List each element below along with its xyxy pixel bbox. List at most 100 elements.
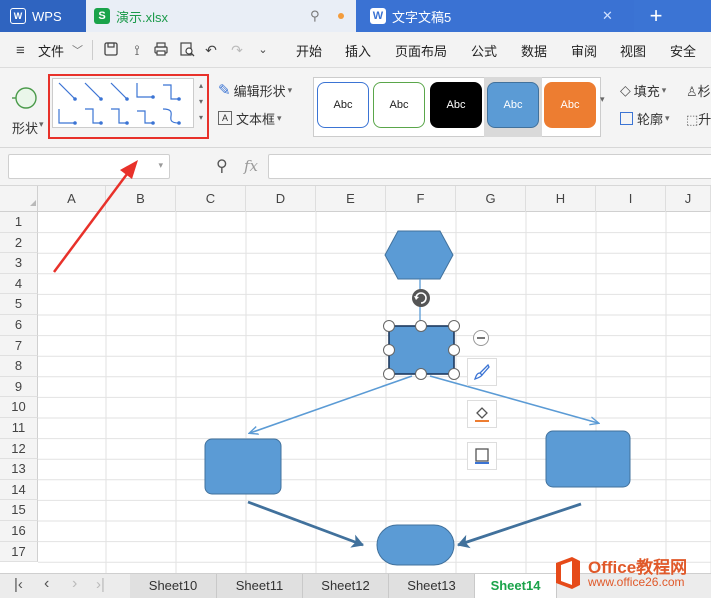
- pin-icon[interactable]: ⚲: [310, 8, 320, 24]
- column-header-i[interactable]: I: [596, 186, 666, 212]
- style-preview-blue-outline[interactable]: Abc: [317, 82, 369, 128]
- format-button-partial[interactable]: ♙杉: [686, 81, 711, 100]
- redo-icon[interactable]: ↷: [228, 41, 246, 59]
- formula-input[interactable]: [268, 154, 711, 179]
- writer-icon: W: [370, 8, 386, 24]
- row-header-8[interactable]: 8: [0, 356, 38, 377]
- format-painter-icon[interactable]: ⟟: [128, 41, 146, 59]
- ribbon-toolbar: 形状 ▾ ▴ ▾ ▾ ✎ 编辑形状 ▾ A 文本框 ▾ Abc Abc Abc Ab…: [0, 68, 711, 148]
- menu-view[interactable]: 视图: [620, 41, 646, 60]
- float-fill-button[interactable]: [467, 400, 497, 428]
- watermark-url: www.office26.com: [588, 575, 685, 589]
- column-header-e[interactable]: E: [316, 186, 386, 212]
- row-header-17[interactable]: 17: [0, 541, 38, 563]
- tab-wps-home[interactable]: W WPS: [0, 0, 86, 32]
- menu-home[interactable]: 开始: [296, 41, 322, 60]
- shape-button[interactable]: 形状 ▾: [8, 76, 52, 138]
- new-tab-button[interactable]: +: [634, 0, 678, 32]
- sheet-tab[interactable]: Sheet10: [130, 574, 217, 598]
- column-header-c[interactable]: C: [176, 186, 246, 212]
- column-header-a[interactable]: A: [38, 186, 106, 212]
- brush-icon: [473, 363, 490, 381]
- highlight-box: [48, 74, 209, 139]
- sheet-tab[interactable]: Sheet11: [217, 574, 303, 598]
- undo-icon[interactable]: ↶: [202, 41, 220, 59]
- zoom-search-icon[interactable]: ⚲: [216, 156, 228, 176]
- print-icon[interactable]: [152, 41, 170, 59]
- name-box[interactable]: ▾: [8, 154, 170, 179]
- sheet-tab[interactable]: Sheet12: [303, 574, 389, 598]
- chevron-down-icon[interactable]: ﹀: [72, 42, 83, 58]
- select-all-corner[interactable]: [0, 186, 38, 212]
- row-header-11[interactable]: 11: [0, 418, 38, 439]
- row-header-3[interactable]: 3: [0, 253, 38, 274]
- row-header-10[interactable]: 10: [0, 397, 38, 418]
- row-header-15[interactable]: 15: [0, 500, 38, 521]
- prev-sheet-icon[interactable]: ‹: [44, 575, 49, 593]
- print-preview-icon[interactable]: [178, 41, 196, 59]
- row-header-7[interactable]: 7: [0, 335, 38, 357]
- file-menu[interactable]: 文件: [38, 41, 64, 60]
- tab-label: 文字文稿5: [392, 9, 452, 25]
- fill-label: 填充: [633, 84, 660, 99]
- chevron-down-icon: ▾: [39, 119, 44, 129]
- next-sheet-icon[interactable]: ›: [72, 575, 77, 593]
- chevron-down-icon[interactable]: ▾: [158, 160, 163, 171]
- menu-formula[interactable]: 公式: [471, 41, 497, 60]
- chevron-down-icon: ▾: [661, 85, 667, 95]
- column-header-b[interactable]: B: [106, 186, 176, 212]
- menu-data[interactable]: 数据: [521, 41, 547, 60]
- style-preview-green-outline[interactable]: Abc: [373, 82, 425, 128]
- column-header-g[interactable]: G: [456, 186, 526, 212]
- textbox-button[interactable]: A 文本框 ▾: [218, 108, 282, 128]
- first-sheet-icon[interactable]: |‹: [14, 576, 23, 593]
- collapse-float-button[interactable]: [473, 330, 489, 346]
- menu-review[interactable]: 审阅: [571, 41, 597, 60]
- wps-logo-icon: W: [10, 8, 26, 24]
- fx-button[interactable]: fx: [244, 157, 258, 175]
- row-header-9[interactable]: 9: [0, 376, 38, 398]
- minus-icon: [477, 337, 485, 339]
- row-header-4[interactable]: 4: [0, 273, 38, 295]
- last-sheet-icon[interactable]: ›|: [96, 576, 105, 593]
- row-header-1[interactable]: 1: [0, 212, 38, 233]
- edit-shape-button[interactable]: ✎ 编辑形状 ▾: [218, 80, 292, 100]
- shape-icon: [12, 87, 37, 109]
- style-preview-orange[interactable]: Abc: [544, 82, 596, 128]
- float-style-button[interactable]: [467, 358, 497, 386]
- tab-xlsx-document[interactable]: S 演示.xlsx ⚲: [86, 0, 356, 32]
- row-header-16[interactable]: 16: [0, 521, 38, 542]
- customize-toolbar-icon[interactable]: ⌄: [254, 41, 272, 59]
- row-header-14[interactable]: 14: [0, 479, 38, 501]
- worksheet-grid[interactable]: [38, 212, 711, 573]
- float-outline-button[interactable]: [467, 442, 497, 470]
- style-preview-black[interactable]: Abc: [430, 82, 482, 128]
- style-preview-blue[interactable]: Abc: [487, 82, 539, 128]
- row-header-6[interactable]: 6: [0, 315, 38, 336]
- fill-bucket-icon: [475, 407, 489, 422]
- outline-button[interactable]: 轮廓 ▾: [620, 109, 670, 128]
- row-header-5[interactable]: 5: [0, 294, 38, 315]
- save-icon[interactable]: [102, 41, 120, 59]
- fill-button[interactable]: ◇ 填充 ▾: [620, 81, 666, 100]
- row-header-12[interactable]: 12: [0, 438, 38, 460]
- tab-writer-document[interactable]: W 文字文稿5 ✕: [356, 0, 634, 32]
- menu-insert[interactable]: 插入: [345, 41, 371, 60]
- hamburger-menu-icon[interactable]: ≡: [16, 42, 25, 59]
- menu-security[interactable]: 安全: [670, 41, 696, 60]
- edit-shape-icon: ✎: [218, 82, 231, 99]
- column-header-h[interactable]: H: [526, 186, 596, 212]
- row-header-2[interactable]: 2: [0, 232, 38, 254]
- sheet-tab[interactable]: Sheet13: [389, 574, 475, 598]
- style-gallery-more[interactable]: ▾: [600, 94, 605, 105]
- row-header-13[interactable]: 13: [0, 459, 38, 480]
- outline-icon: [620, 112, 633, 125]
- close-tab-icon[interactable]: ✕: [602, 8, 613, 24]
- column-header-j[interactable]: J: [666, 186, 711, 212]
- tab-label: 演示.xlsx: [116, 9, 169, 25]
- effect-button-partial[interactable]: ⬚升: [686, 109, 711, 128]
- sheet-tab-active[interactable]: Sheet14: [475, 574, 557, 598]
- column-header-f[interactable]: F: [386, 186, 456, 212]
- column-header-d[interactable]: D: [246, 186, 316, 212]
- menu-page-layout[interactable]: 页面布局: [395, 41, 447, 60]
